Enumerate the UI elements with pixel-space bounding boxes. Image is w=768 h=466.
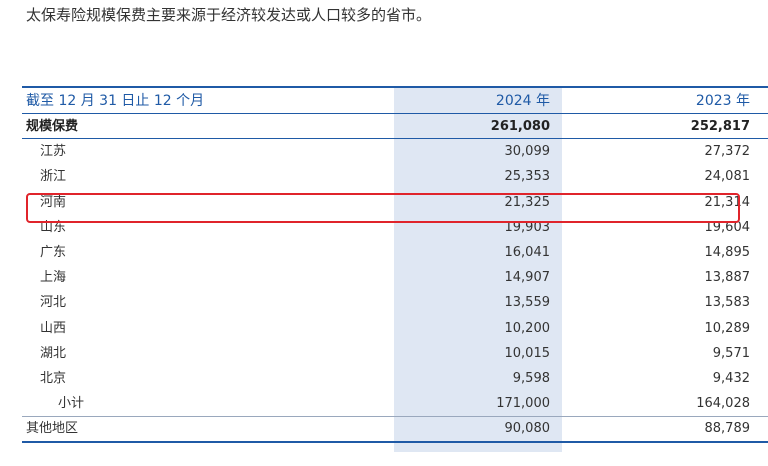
value-2024: 90,080 xyxy=(504,421,551,437)
header-period-label: 截至 12 月 31 日止 12 个月 xyxy=(26,93,205,109)
table-row-shanxi: 山西 10,200 10,289 xyxy=(22,316,768,341)
row-label: 湖北 xyxy=(40,345,67,361)
table-row-jiangsu: 江苏 30,099 27,372 xyxy=(22,139,768,164)
total-premium-row: 规模保费 261,080 252,817 xyxy=(22,114,768,140)
value-2024: 9,598 xyxy=(512,370,550,386)
row-label: 广东 xyxy=(40,244,67,260)
row-label: 江苏 xyxy=(40,144,67,160)
value-2024: 13,559 xyxy=(504,295,551,311)
row-label: 上海 xyxy=(40,270,67,286)
value-2023: 24,081 xyxy=(704,169,751,185)
row-label: 小计 xyxy=(58,396,85,412)
henan-row-highlight-box xyxy=(26,193,740,223)
value-2023: 9,571 xyxy=(712,345,750,361)
value-2024: 261,080 xyxy=(490,119,550,134)
table-row-hubei: 湖北 10,015 9,571 xyxy=(22,341,768,366)
value-2024: 30,099 xyxy=(504,144,551,160)
header-2023: 2023 年 xyxy=(695,93,750,109)
table-row-zhejiang: 浙江 25,353 24,081 xyxy=(22,164,768,189)
other-regions-row: 其他地区 90,080 88,789 xyxy=(22,416,768,444)
value-2024: 10,200 xyxy=(504,320,551,336)
value-2024: 25,353 xyxy=(504,169,551,185)
table-row-hebei: 河北 13,559 13,583 xyxy=(22,290,768,315)
value-2023: 13,887 xyxy=(704,270,751,286)
value-2024: 16,041 xyxy=(504,244,551,260)
table-row-shanghai: 上海 14,907 13,887 xyxy=(22,265,768,290)
row-label: 规模保费 xyxy=(26,119,79,134)
value-2023: 27,372 xyxy=(704,144,751,160)
row-label: 其他地区 xyxy=(26,421,79,437)
row-label: 河北 xyxy=(40,295,67,311)
value-2023: 9,432 xyxy=(712,370,750,386)
value-2024: 171,000 xyxy=(496,396,550,412)
table-rows: 截至 12 月 31 日止 12 个月 2024 年 2023 年 规模保费 2… xyxy=(22,88,768,444)
table-header-row: 截至 12 月 31 日止 12 个月 2024 年 2023 年 xyxy=(22,88,768,114)
table-row-beijing: 北京 9,598 9,432 xyxy=(22,366,768,391)
value-2023: 14,895 xyxy=(704,244,751,260)
subtotal-row: 小计 171,000 164,028 xyxy=(22,391,768,416)
value-2024: 14,907 xyxy=(504,270,551,286)
header-2024: 2024 年 xyxy=(495,93,550,109)
value-2023: 13,583 xyxy=(704,295,751,311)
value-2023: 252,817 xyxy=(690,119,750,134)
row-label: 浙江 xyxy=(40,169,67,185)
value-2023: 164,028 xyxy=(696,396,750,412)
value-2023: 88,789 xyxy=(704,421,751,437)
value-2023: 10,289 xyxy=(704,320,751,336)
table-row-guangdong: 广东 16,041 14,895 xyxy=(22,240,768,265)
row-label: 山西 xyxy=(40,320,67,336)
row-label: 北京 xyxy=(40,370,67,386)
value-2024: 10,015 xyxy=(504,345,551,361)
intro-text: 太保寿险规模保费主要来源于经济较发达或人口较多的省市。 xyxy=(26,6,432,24)
